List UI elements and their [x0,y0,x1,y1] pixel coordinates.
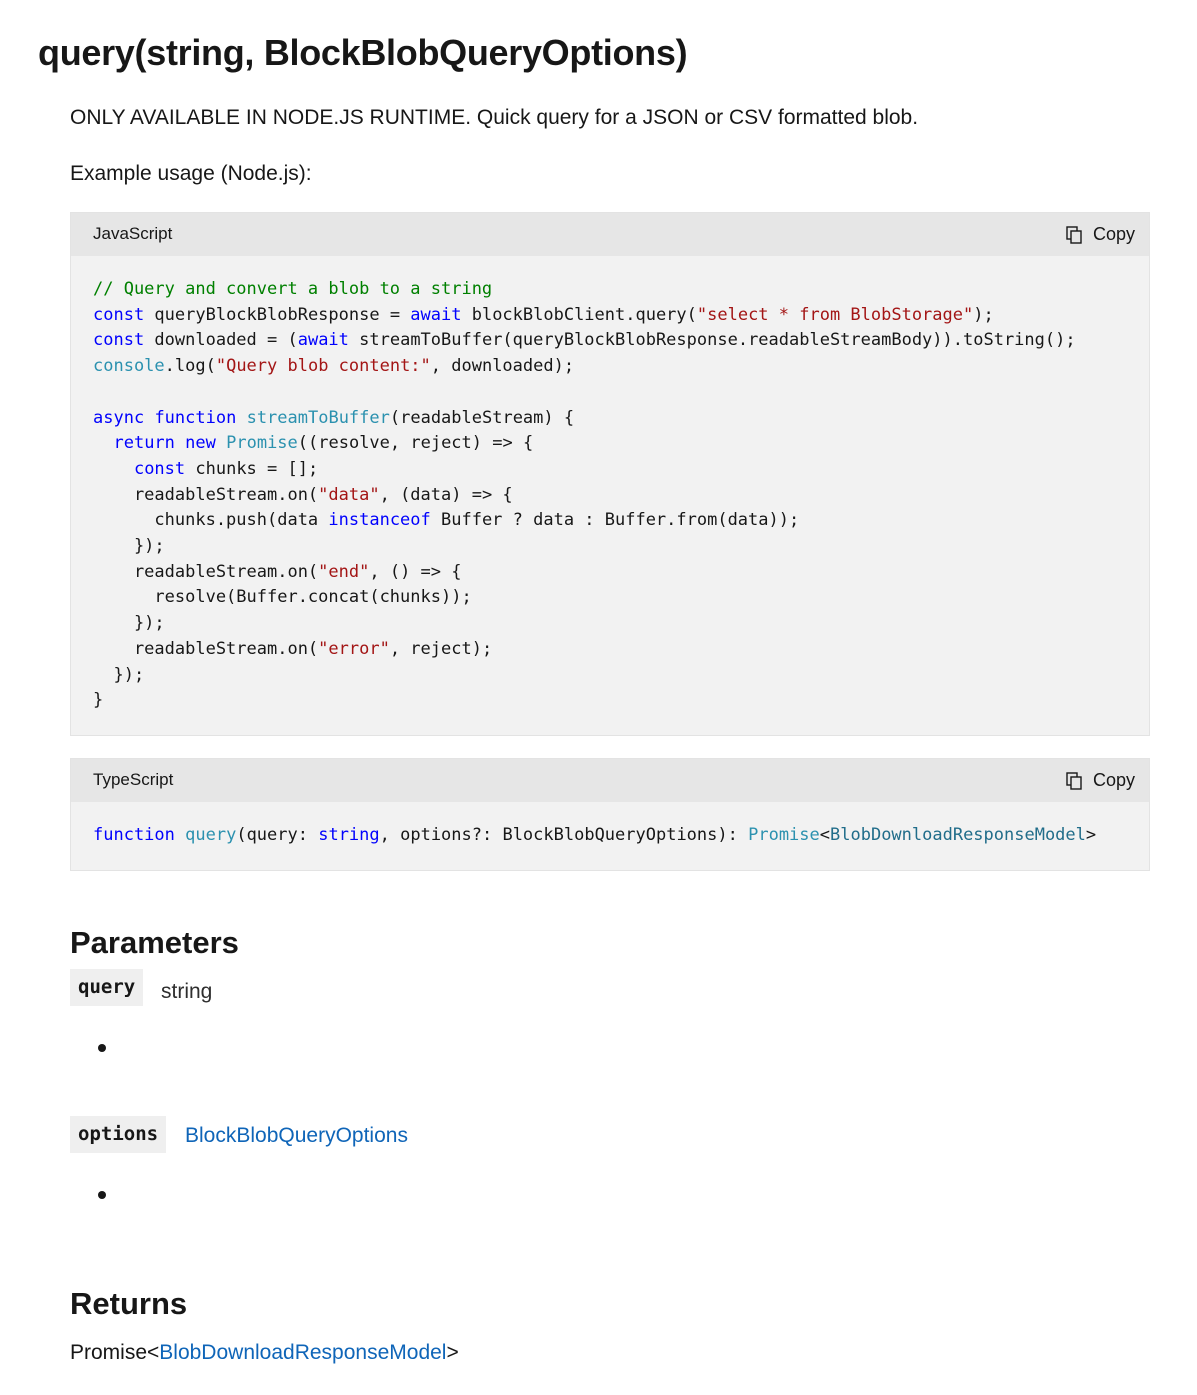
code-line: function query(query: string, options?: … [93,825,1097,845]
typescript-code-block: TypeScript Copy function query(query: st… [70,758,1150,871]
code-line: const downloaded = (await streamToBuffer… [93,330,1076,351]
copy-icon [1066,225,1082,244]
code-line: // Query and convert a blob to a string [93,279,493,299]
page-title: query(string, BlockBlobQueryOptions) [38,32,688,73]
javascript-code-block: JavaScript Copy // Query and convert a b… [70,212,1150,736]
param-type-query: string [161,980,213,1003]
code-line: console.log("Query blob content:", downl… [93,356,575,377]
code-line: readableStream.on("data", (data) => { [93,484,513,505]
param-name-query: query [70,969,144,1006]
code-line: } [93,690,104,711]
code-line: }); [93,536,165,557]
code-line: readableStream.on("error", reject); [93,638,493,659]
code-block-header: JavaScript Copy [71,213,1149,256]
code-line: chunks.push(data instanceof Buffer ? dat… [93,510,800,531]
copy-label: Copy [1092,770,1135,790]
copy-label: Copy [1092,224,1135,244]
copy-button[interactable]: Copy [1066,224,1135,245]
parameters-heading: Parameters [70,925,239,960]
code-line: }); [93,613,165,634]
returns-prefix: Promise< [70,1341,160,1364]
copy-icon [1066,771,1082,790]
code-line: const chunks = []; [133,458,319,479]
code-line: resolve(Buffer.concat(chunks)); [93,587,472,608]
code-language-label: JavaScript [93,224,173,243]
example-label: Example usage (Node.js): [70,162,312,185]
list-bullet [98,1044,106,1052]
returns-heading: Returns [70,1286,188,1321]
javascript-code: // Query and convert a blob to a string … [71,256,1149,714]
code-line: return new Promise((resolve, reject) => … [113,433,534,454]
copy-button[interactable]: Copy [1066,770,1135,791]
code-line: }); [93,664,145,685]
code-line: async function streamToBuffer(readableSt… [93,407,575,428]
returns-type-link[interactable]: BlobDownloadResponseModel [159,1341,446,1364]
code-line: const queryBlockBlobResponse = await blo… [93,304,994,325]
param-type-options-link[interactable]: BlockBlobQueryOptions [185,1121,408,1151]
code-block-header: TypeScript Copy [71,759,1149,802]
method-description: ONLY AVAILABLE IN NODE.JS RUNTIME. Quick… [70,106,919,129]
code-line: readableStream.on("end", () => { [93,561,462,582]
returns-suffix: > [446,1341,459,1364]
list-bullet [98,1191,106,1199]
param-name-options: options [70,1116,167,1153]
typescript-code: function query(query: string, options?: … [71,802,1149,849]
returns-value: Promise<BlobDownloadResponseModel> [70,1338,459,1368]
code-language-label: TypeScript [93,770,174,789]
